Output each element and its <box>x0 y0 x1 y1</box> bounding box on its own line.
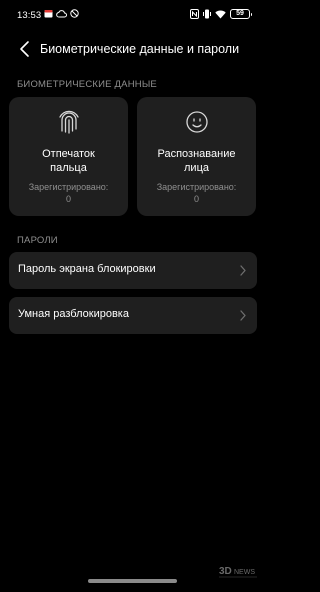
list-item-label: Умная разблокировка <box>18 308 129 320</box>
status-time: 13:53 <box>17 10 42 21</box>
tile-title: Отпечаток пальца <box>9 147 128 175</box>
vibrate-icon <box>203 9 211 19</box>
home-indicator[interactable] <box>88 579 177 583</box>
tile-title-line: Отпечаток <box>42 148 95 160</box>
face-icon <box>185 111 208 133</box>
calendar-icon <box>44 10 53 18</box>
section-label-biometrics: БИОМЕТРИЧЕСКИЕ ДАННЫЕ <box>17 79 157 90</box>
lock-screen-password-item[interactable]: Пароль экрана блокировки <box>9 252 257 289</box>
status-left-icons <box>44 9 79 18</box>
chevron-right-icon <box>240 265 246 276</box>
do-not-disturb-icon <box>70 9 79 18</box>
smart-unlock-item[interactable]: Умная разблокировка <box>9 297 257 334</box>
cloud-icon <box>56 10 67 18</box>
page-title: Биометрические данные и пароли <box>40 42 240 56</box>
back-button[interactable] <box>16 39 34 59</box>
page-header: Биометрические данные и пароли <box>0 36 265 62</box>
watermark-logo: 3D NEWS <box>219 566 257 578</box>
tile-status-count: 0 <box>193 194 199 204</box>
tile-title-line: Распознавание <box>157 148 236 160</box>
status-bar: 13:53 59 <box>0 0 265 30</box>
section-label-passwords: ПАРОЛИ <box>17 235 58 246</box>
wifi-icon <box>215 10 226 18</box>
fingerprint-icon <box>58 110 79 134</box>
status-right-icons: 59 <box>190 9 252 19</box>
tile-status-count: 0 <box>65 194 71 204</box>
list-item-label: Пароль экрана блокировки <box>18 263 156 275</box>
tile-title-line: пальца <box>50 162 87 174</box>
battery-indicator: 59 <box>230 9 252 19</box>
chevron-right-icon <box>240 310 246 321</box>
fingerprint-tile[interactable]: Отпечаток пальца Зарегистрировано: 0 <box>9 97 128 216</box>
chevron-left-icon <box>20 41 29 57</box>
face-recognition-tile[interactable]: Распознавание лица Зарегистрировано: 0 <box>137 97 256 216</box>
tile-status-label: Зарегистрировано: <box>28 182 109 192</box>
watermark-text: 3D <box>219 566 232 577</box>
tile-status-label: Зарегистрировано: <box>156 182 237 192</box>
watermark-text: NEWS <box>234 569 255 576</box>
tile-status: Зарегистрировано: 0 <box>137 181 256 205</box>
nfc-icon <box>190 9 199 19</box>
tile-title: Распознавание лица <box>137 147 256 175</box>
tile-title-line: лица <box>184 162 209 174</box>
tile-status: Зарегистрировано: 0 <box>9 181 128 205</box>
